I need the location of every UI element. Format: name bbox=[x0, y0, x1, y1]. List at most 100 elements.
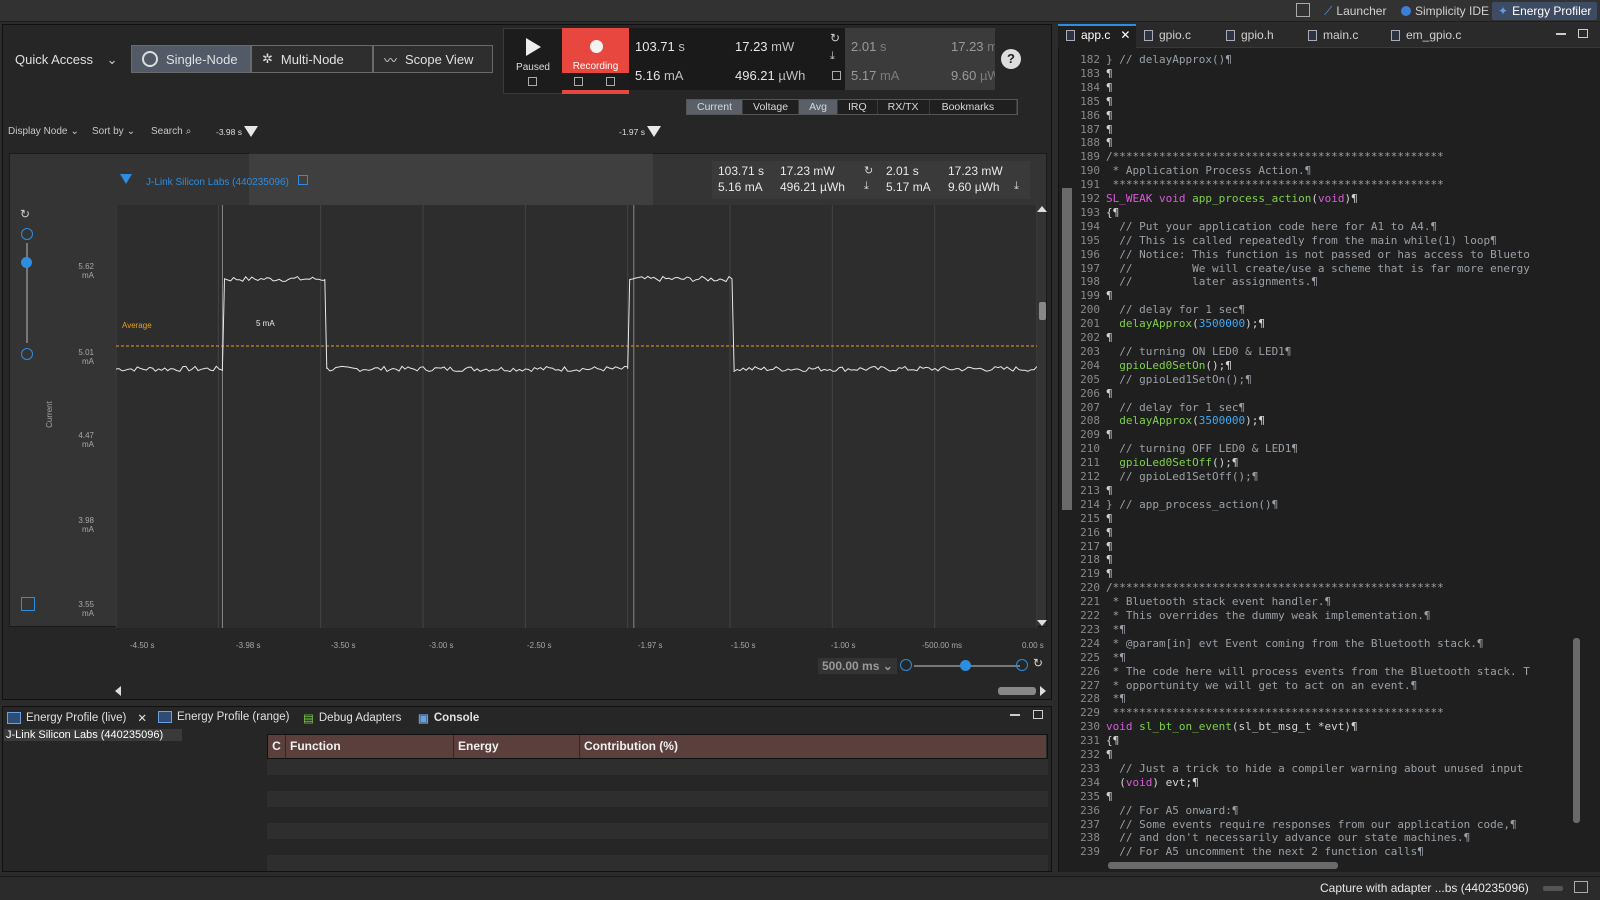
code-line[interactable]: 196 // Notice: This function is not pass… bbox=[1058, 248, 1568, 262]
reset-icon[interactable]: ↻ bbox=[864, 164, 873, 177]
tab-debug-adapters[interactable]: ▤ Debug Adapters bbox=[303, 711, 401, 725]
code-line[interactable]: 206 ¶ bbox=[1058, 387, 1568, 401]
open-perspective-icon[interactable] bbox=[1296, 3, 1310, 17]
fit-icon[interactable] bbox=[21, 597, 35, 611]
code-line[interactable]: 193 {¶ bbox=[1058, 206, 1568, 220]
editor-horizontal-scrollbar[interactable] bbox=[1108, 862, 1338, 869]
zoom-in-icon[interactable] bbox=[21, 228, 33, 240]
code-line[interactable]: 236 // For A5 onward:¶ bbox=[1058, 804, 1568, 818]
time-zoom-thumb[interactable] bbox=[960, 660, 971, 671]
download-icon[interactable]: ⤓ bbox=[1014, 180, 1019, 193]
perspective-launcher[interactable]: ⟋ Launcher bbox=[1318, 2, 1392, 20]
tab-console[interactable]: ▣ Console bbox=[418, 711, 479, 725]
tab-gpio-h[interactable]: gpio.h bbox=[1226, 28, 1274, 42]
code-line[interactable]: 192 SL_WEAK void app_process_action(void)… bbox=[1058, 192, 1568, 206]
code-line[interactable]: 211 gpioLed0SetOff();¶ bbox=[1058, 456, 1568, 470]
code-line[interactable]: 185 ¶ bbox=[1058, 95, 1568, 109]
code-line[interactable]: 239 // For A5 uncomment the next 2 funct… bbox=[1058, 845, 1568, 859]
code-line[interactable]: 188 ¶ bbox=[1058, 136, 1568, 150]
code-line[interactable]: 233 // Just a trick to hide a compiler w… bbox=[1058, 762, 1568, 776]
zoom-out-icon[interactable] bbox=[21, 348, 33, 360]
quick-access-menu[interactable]: Quick Access ⌄ bbox=[15, 52, 118, 68]
tab-voltage[interactable]: Voltage bbox=[743, 100, 800, 114]
code-line[interactable]: 197 // We will create/use a scheme that … bbox=[1058, 262, 1568, 276]
code-line[interactable]: 237 // Some events require responses fro… bbox=[1058, 818, 1568, 832]
column-c[interactable]: C bbox=[268, 735, 286, 758]
scroll-up-icon[interactable] bbox=[1037, 206, 1047, 212]
code-line[interactable]: 217 ¶ bbox=[1058, 540, 1568, 554]
code-line[interactable]: 191 ************************************… bbox=[1058, 178, 1568, 192]
code-line[interactable]: 198 // later assignments.¶ bbox=[1058, 275, 1568, 289]
code-line[interactable]: 221 * Bluetooth stack event handler.¶ bbox=[1058, 595, 1568, 609]
cursor-left[interactable]: -3.98 s bbox=[216, 126, 258, 137]
table-row[interactable] bbox=[267, 807, 1048, 823]
code-line[interactable]: 210 // turning OFF LED0 & LED1¶ bbox=[1058, 442, 1568, 456]
perspective-energy-profiler[interactable]: ✦ Energy Profiler bbox=[1492, 2, 1598, 20]
code-line[interactable]: 209 ¶ bbox=[1058, 428, 1568, 442]
sort-by-dropdown[interactable]: Sort by ⌄ bbox=[92, 126, 135, 137]
code-line[interactable]: 226 * The code here will process events … bbox=[1058, 665, 1568, 679]
time-zoom-in-icon[interactable] bbox=[1016, 659, 1028, 671]
tab-gpio-c[interactable]: gpio.c bbox=[1144, 28, 1191, 42]
scroll-left-icon[interactable] bbox=[115, 686, 121, 696]
stop-icon[interactable] bbox=[574, 77, 583, 86]
current-chart[interactable] bbox=[116, 205, 1037, 628]
code-line[interactable]: 189 /************************************… bbox=[1058, 150, 1568, 164]
tab-irq[interactable]: IRQ bbox=[838, 100, 878, 114]
table-row[interactable] bbox=[267, 759, 1048, 775]
code-line[interactable]: 235 ¶ bbox=[1058, 790, 1568, 804]
code-line[interactable]: 212 // gpioLed1SetOff();¶ bbox=[1058, 470, 1568, 484]
code-line[interactable]: 238 // and don't necessarily advance our… bbox=[1058, 831, 1568, 845]
copy-icon[interactable] bbox=[832, 71, 841, 80]
time-zoom-out-icon[interactable] bbox=[900, 659, 912, 671]
help-icon[interactable]: ? bbox=[1001, 49, 1021, 69]
horizontal-scroll-thumb[interactable] bbox=[998, 687, 1036, 695]
reset-icon[interactable]: ↻ bbox=[830, 31, 840, 45]
code-line[interactable]: 227 * opportunity we will get to act on … bbox=[1058, 679, 1568, 693]
scroll-down-icon[interactable] bbox=[1037, 620, 1047, 626]
search-button[interactable]: Search ⌕ bbox=[151, 126, 191, 137]
code-line[interactable]: 228 *¶ bbox=[1058, 692, 1568, 706]
code-line[interactable]: 195 // This is called repeatedly from th… bbox=[1058, 234, 1568, 248]
code-line[interactable]: 214} // app_process_action()¶ bbox=[1058, 498, 1568, 512]
maximize-icon[interactable] bbox=[1578, 29, 1588, 38]
table-row[interactable] bbox=[267, 855, 1048, 871]
table-row[interactable] bbox=[267, 839, 1048, 855]
code-line[interactable]: 205 // gpioLed1SetOn();¶ bbox=[1058, 373, 1568, 387]
code-line[interactable]: 199 ¶ bbox=[1058, 289, 1568, 303]
cursor-right[interactable]: -1.97 s bbox=[619, 126, 661, 137]
code-line[interactable]: 202 ¶ bbox=[1058, 331, 1568, 345]
scope-view-button[interactable]: 〰 Scope View bbox=[373, 45, 493, 73]
code-line[interactable]: 222 * This overrides the dummy weak impl… bbox=[1058, 609, 1568, 623]
zoom-slider-thumb[interactable] bbox=[21, 257, 32, 268]
code-line[interactable]: 190 * Application Process Action.¶ bbox=[1058, 164, 1568, 178]
code-line[interactable]: 232 ¶ bbox=[1058, 748, 1568, 762]
code-line[interactable]: 230 void sl_bt_on_event(sl_bt_msg_t *evt)… bbox=[1058, 720, 1568, 734]
vertical-scroll-thumb[interactable] bbox=[1039, 302, 1046, 320]
tab-energy-profile-live[interactable]: Energy Profile (live) ✕ bbox=[7, 711, 147, 725]
close-icon[interactable]: ✕ bbox=[1120, 28, 1130, 42]
code-line[interactable]: 194 // Put your application code here fo… bbox=[1058, 220, 1568, 234]
code-line[interactable]: 208 delayApprox(3500000);¶ bbox=[1058, 414, 1568, 428]
code-line[interactable]: 234 (void) evt;¶ bbox=[1058, 776, 1568, 790]
table-row[interactable] bbox=[267, 823, 1048, 839]
code-line[interactable]: 184 ¶ bbox=[1058, 81, 1568, 95]
code-line[interactable]: 182} // delayApprox()¶ bbox=[1058, 53, 1568, 67]
checkbox-icon[interactable] bbox=[528, 77, 537, 86]
code-line[interactable]: 213 ¶ bbox=[1058, 484, 1568, 498]
code-line[interactable]: 187 ¶ bbox=[1058, 123, 1568, 137]
code-line[interactable]: 223 *¶ bbox=[1058, 623, 1568, 637]
code-line[interactable]: 201 delayApprox(3500000);¶ bbox=[1058, 317, 1568, 331]
notification-icon[interactable] bbox=[1574, 881, 1588, 893]
code-line[interactable]: 218 ¶ bbox=[1058, 553, 1568, 567]
column-function[interactable]: Function bbox=[286, 735, 454, 758]
tab-em-gpio-c[interactable]: em_gpio.c bbox=[1391, 28, 1461, 42]
code-line[interactable]: 220 /************************************… bbox=[1058, 581, 1568, 595]
code-line[interactable]: 203 // turning ON LED0 & LED1¶ bbox=[1058, 345, 1568, 359]
reset-icon[interactable]: ↻ bbox=[1033, 656, 1043, 670]
close-icon[interactable]: ✕ bbox=[137, 711, 147, 725]
tab-energy-profile-range[interactable]: Energy Profile (range) bbox=[158, 711, 290, 723]
column-contribution[interactable]: Contribution (%) bbox=[580, 735, 1047, 758]
minimize-icon[interactable] bbox=[1556, 33, 1566, 35]
tab-rx-tx[interactable]: RX/TX bbox=[878, 100, 930, 114]
